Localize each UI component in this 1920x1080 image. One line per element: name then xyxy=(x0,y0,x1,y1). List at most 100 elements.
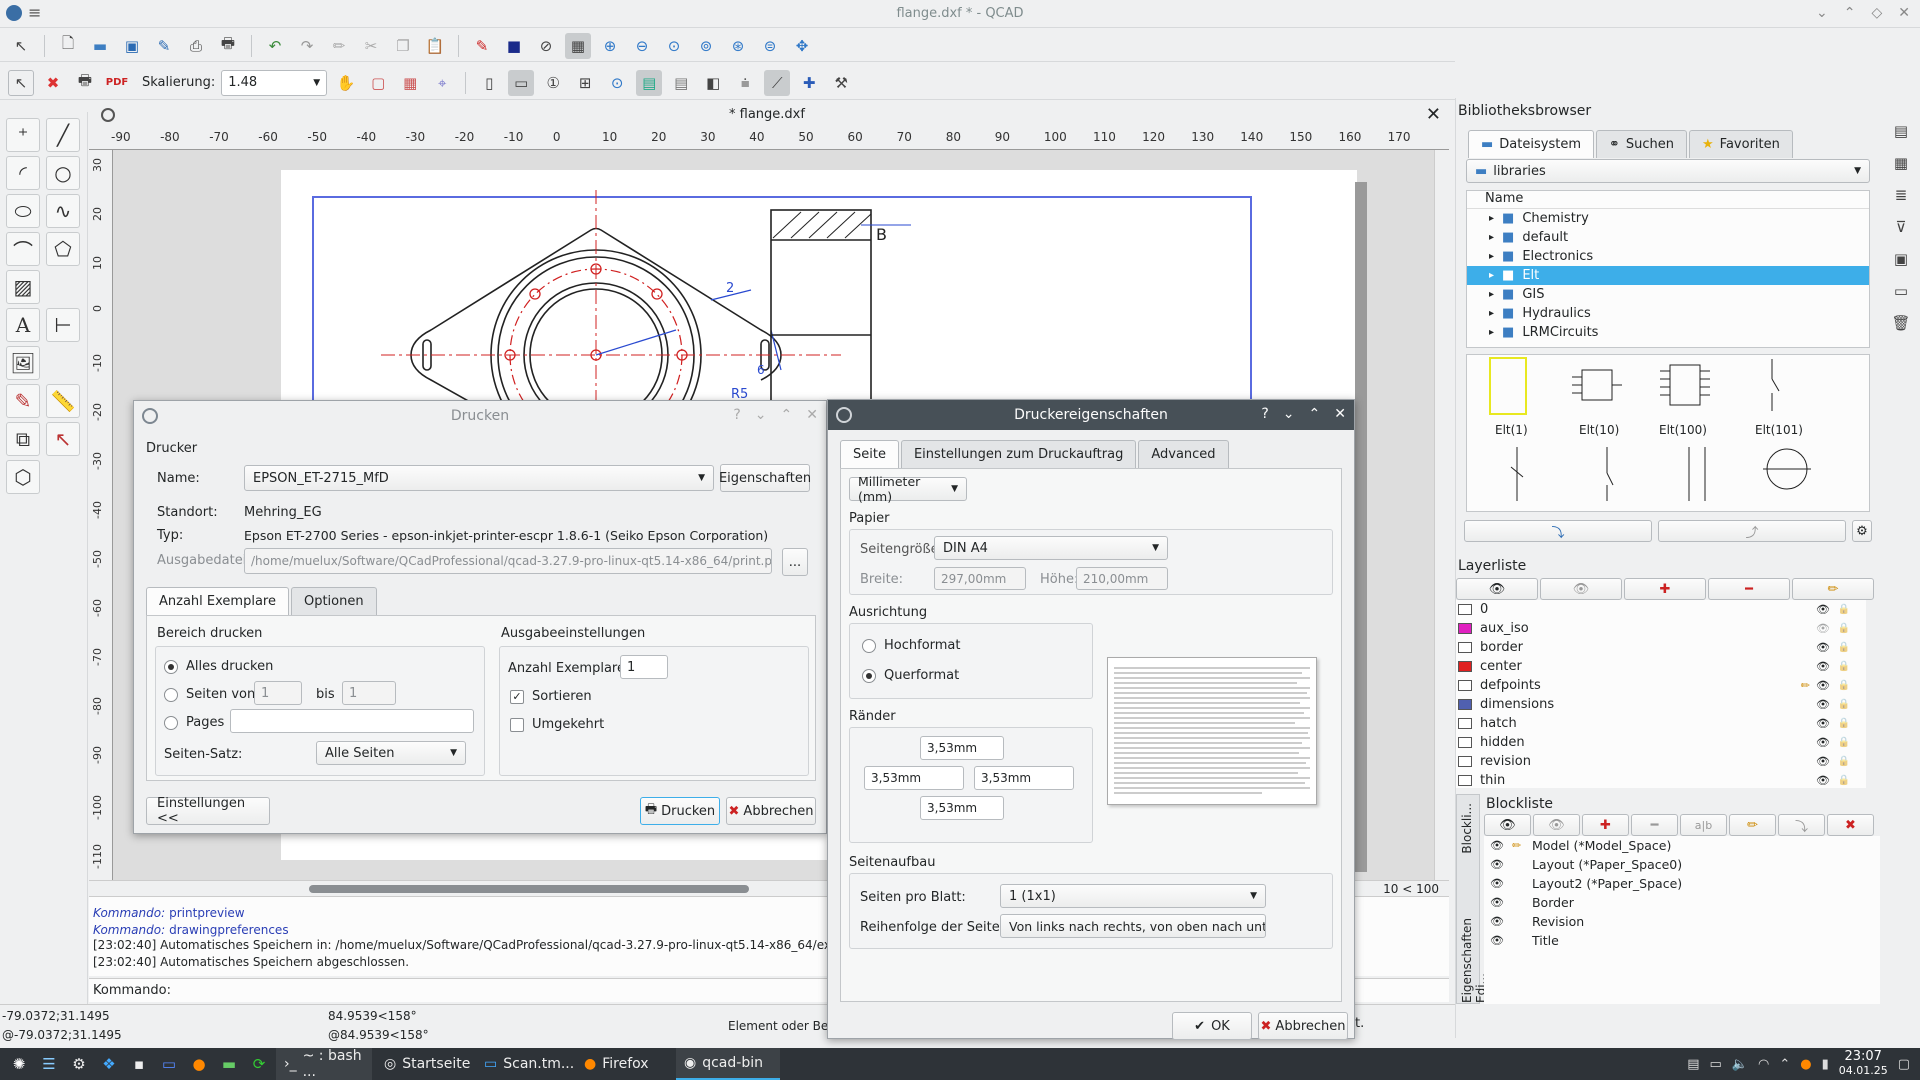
visibility-eye-icon[interactable]: 👁 xyxy=(1490,877,1504,890)
edit-block-icon[interactable]: ✏ xyxy=(1729,814,1776,836)
lock-icon[interactable]: 🔒 xyxy=(1838,623,1850,634)
print-button[interactable]: 🖶 Drucken xyxy=(640,797,720,825)
circle-tool-icon[interactable]: ○ xyxy=(46,156,80,190)
settings-tool-icon[interactable]: ⚒ xyxy=(828,70,854,96)
task-startseite[interactable]: ◎ Startseite xyxy=(376,1048,472,1080)
layer-row[interactable]: center 👁 🔒 xyxy=(1456,657,1866,676)
library-tree-item[interactable]: ▸ ■ LRMCircuits xyxy=(1467,323,1869,342)
pages-per-sheet-combo[interactable]: 1 (1x1) ▼ xyxy=(1000,884,1266,908)
hand-icon[interactable]: ✋ xyxy=(333,70,359,96)
from-page-field[interactable]: 1 xyxy=(254,681,302,705)
select-arrow-icon[interactable]: ↖ xyxy=(8,33,34,59)
layer-row[interactable]: dimensions 👁 🔒 xyxy=(1456,695,1866,714)
modify-tool-icon[interactable]: ✎ xyxy=(6,384,40,418)
zoom-in-icon[interactable]: ⊕ xyxy=(597,33,623,59)
help-icon[interactable]: ? xyxy=(733,407,740,423)
margin-left-field[interactable]: 3,53mm xyxy=(864,766,964,790)
lock-icon[interactable]: 🔒 xyxy=(1838,756,1850,767)
expand-arrow-icon[interactable]: ▸ xyxy=(1489,308,1494,319)
tab-search[interactable]: ⚭ Suchen xyxy=(1595,130,1688,158)
visibility-eye-icon[interactable]: 👁 xyxy=(1816,622,1830,635)
color-mode-icon[interactable]: ▤ xyxy=(636,69,663,96)
printer-properties-button[interactable]: Eigenschaften xyxy=(719,464,811,492)
add-block-icon[interactable]: ✚ xyxy=(1582,814,1629,836)
expand-arrow-icon[interactable]: ▸ xyxy=(1489,213,1494,224)
block-row[interactable]: 👁 Layout (*Paper_Space0) xyxy=(1484,855,1880,874)
save-as-icon[interactable]: ✎ xyxy=(151,33,177,59)
block-row[interactable]: 👁 Revision xyxy=(1484,912,1880,931)
minimize-icon[interactable]: ⌄ xyxy=(1816,5,1828,21)
view-dock-icon[interactable]: ▭ xyxy=(1888,278,1914,304)
firefox-launcher-icon[interactable]: ● xyxy=(186,1051,212,1077)
layer-row[interactable]: revision 👁 🔒 xyxy=(1456,752,1866,771)
pencil-icon[interactable]: ✏ xyxy=(326,33,352,59)
zoom-auto-icon[interactable]: ⊙ xyxy=(661,33,687,59)
expand-arrow-icon[interactable]: ▸ xyxy=(1489,232,1494,243)
preview-select-icon[interactable]: ↖ xyxy=(8,69,34,96)
maximize-icon[interactable]: ⌃ xyxy=(781,407,793,423)
scale-combo[interactable]: 1.48 ▼ xyxy=(221,69,328,96)
task-bash[interactable]: ›_ ~ : bash ... xyxy=(276,1048,372,1080)
thumb-elt101-image[interactable] xyxy=(1757,357,1787,413)
pan-icon[interactable]: ✥ xyxy=(789,33,815,59)
sync-icon[interactable]: ⟳ xyxy=(246,1051,272,1077)
visibility-eye-icon[interactable]: 👁 xyxy=(1490,896,1504,909)
layer-row[interactable]: aux_iso 👁 🔒 xyxy=(1456,619,1866,638)
grid-icon[interactable]: ▦ xyxy=(565,32,591,59)
undo-icon[interactable]: ↶ xyxy=(262,33,288,59)
hide-all-layers-icon[interactable]: 👁 xyxy=(1540,578,1622,600)
margin-bottom-field[interactable]: 3,53mm xyxy=(920,796,1004,820)
network-icon[interactable]: ❖ xyxy=(96,1051,122,1077)
close-icon[interactable]: ✕ xyxy=(806,407,818,423)
grid-page-icon[interactable]: ⊞ xyxy=(572,70,598,96)
width-field[interactable]: 297,00mm xyxy=(934,567,1026,590)
visibility-eye-icon[interactable]: 👁 xyxy=(1816,679,1830,692)
thumb-elt100-image[interactable] xyxy=(1655,361,1715,409)
cancel-button[interactable]: ✖ Abbrechen xyxy=(726,797,816,825)
layers-dock-icon[interactable]: ≣ xyxy=(1888,182,1914,208)
terminal-icon[interactable]: ▪ xyxy=(126,1051,152,1077)
launcher-icon[interactable]: ☰ xyxy=(36,1051,62,1077)
hatch-tool-icon[interactable]: ▨ xyxy=(6,270,40,304)
remove-layer-icon[interactable]: ━ xyxy=(1708,578,1790,600)
lock-icon[interactable]: 🔒 xyxy=(1838,680,1850,691)
maximize-icon[interactable]: ⌃ xyxy=(1844,5,1856,21)
pen-icon[interactable]: ✎ xyxy=(469,33,495,59)
close-icon[interactable]: ✕ xyxy=(1334,406,1346,422)
library-tree-item[interactable]: ▸ ■ default xyxy=(1467,228,1869,247)
image-tool-icon[interactable]: 🖼 xyxy=(6,346,40,380)
layer-row[interactable]: hidden 👁 🔒 xyxy=(1456,733,1866,752)
browse-button[interactable]: ... xyxy=(782,548,808,576)
polyline-tool-icon[interactable]: ⌒ xyxy=(6,232,40,266)
one-page-icon[interactable]: ① xyxy=(540,70,566,96)
expand-arrow-icon[interactable]: ▸ xyxy=(1489,327,1494,338)
pages-radio[interactable] xyxy=(164,715,178,730)
open-folder-icon[interactable]: ▬ xyxy=(87,33,113,59)
visibility-eye-icon[interactable]: 👁 xyxy=(1816,603,1830,616)
cut-icon[interactable]: ✂ xyxy=(358,33,384,59)
reverse-checkbox[interactable] xyxy=(510,717,524,732)
layer-row[interactable]: border 👁 🔒 xyxy=(1456,638,1866,657)
thumb-elt1-image[interactable] xyxy=(1489,357,1527,415)
arc-tool-icon[interactable]: ◜ xyxy=(6,156,40,190)
print-preview-icon[interactable]: ⎙ xyxy=(183,33,209,59)
rename-block-icon[interactable]: a|b xyxy=(1680,814,1727,836)
minimize-icon[interactable]: ⌄ xyxy=(1283,406,1295,422)
block-row[interactable]: 👁 Border xyxy=(1484,893,1880,912)
distribute-icon[interactable]: ⩧ xyxy=(732,70,758,96)
point-tool-icon[interactable]: ⁺ xyxy=(6,118,40,152)
tab-page[interactable]: Seite xyxy=(840,440,899,468)
expand-arrow-icon[interactable]: ▸ xyxy=(1489,251,1494,262)
output-file-field[interactable]: /home/muelux/Software/QCadProfessional/q… xyxy=(244,548,772,574)
visibility-eye-icon[interactable]: 👁 xyxy=(1816,736,1830,749)
task-qcad[interactable]: ◉ qcad-bin xyxy=(676,1048,780,1080)
library-tree-item[interactable]: ▸ ■ Elt xyxy=(1467,266,1869,285)
black-white-icon[interactable]: ◧ xyxy=(700,70,726,96)
unit-combo[interactable]: Millimeter (mm) ▼ xyxy=(849,474,967,504)
save-icon[interactable]: ▣ xyxy=(119,33,145,59)
layer-row[interactable]: hatch 👁 🔒 xyxy=(1456,714,1866,733)
printer-name-combo[interactable]: EPSON_ET-2715_MfD ▼ xyxy=(244,465,714,491)
app-menu-icon[interactable]: ✺ xyxy=(6,1051,32,1077)
zoom-previous-icon[interactable]: ⊚ xyxy=(693,33,719,59)
shape-tool-icon[interactable]: ⬠ xyxy=(46,232,80,266)
